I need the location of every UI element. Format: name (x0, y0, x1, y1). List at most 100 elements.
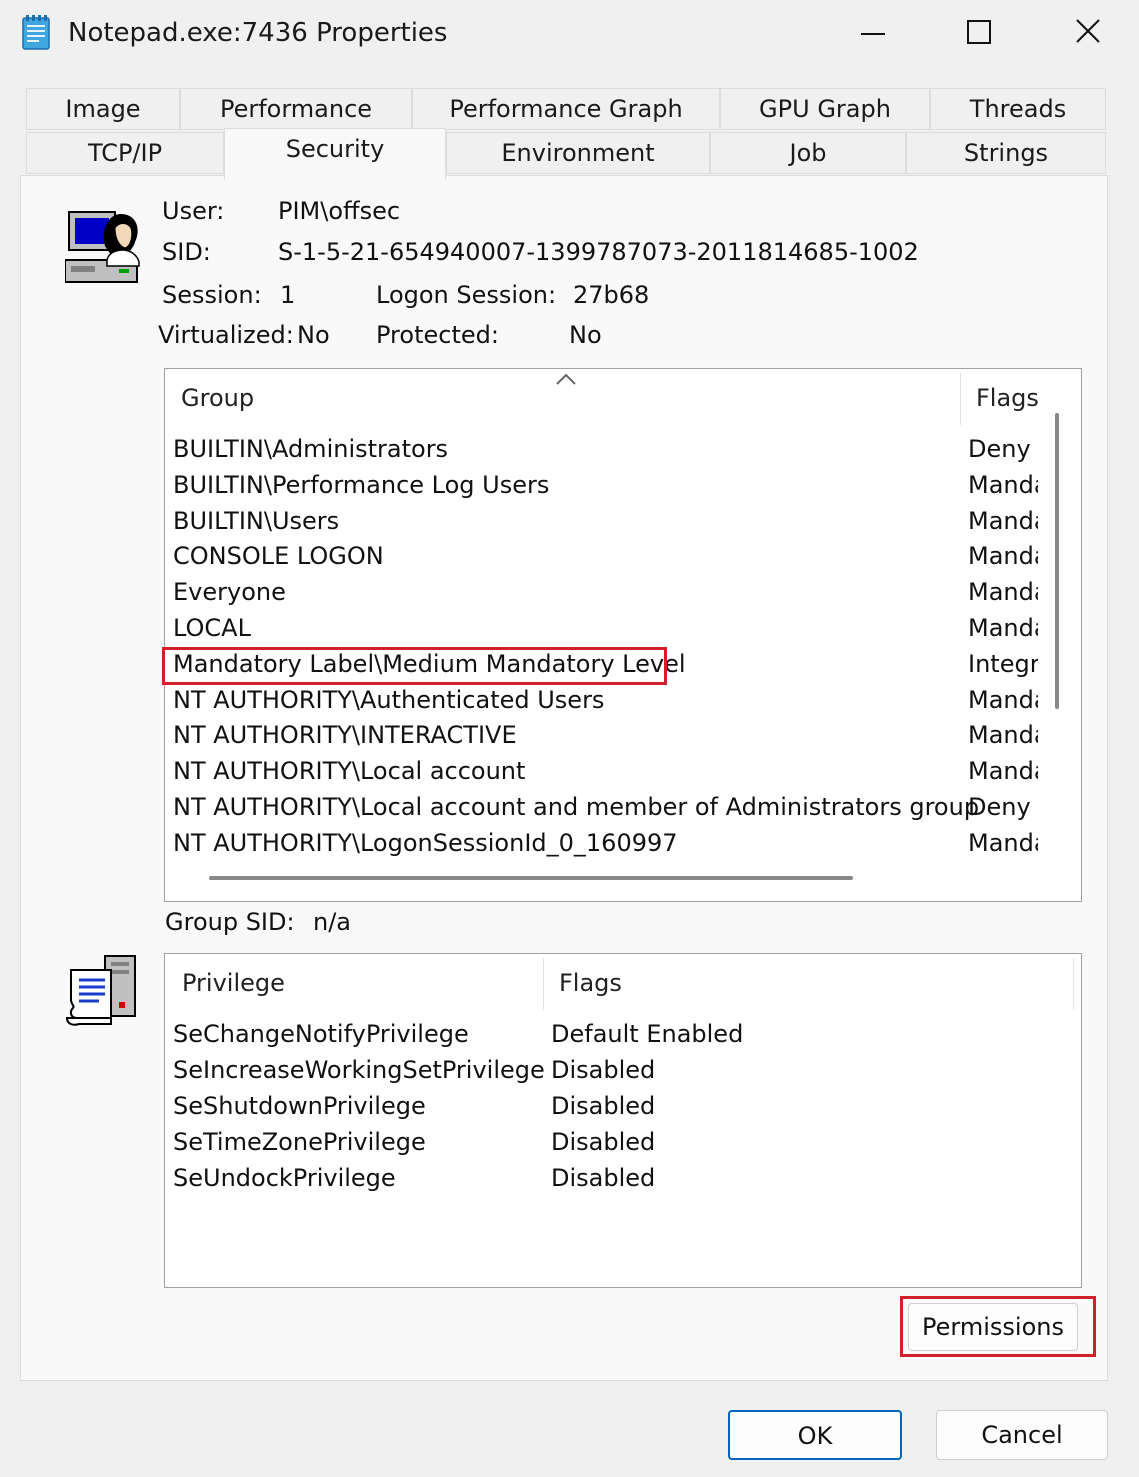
privilege-row[interactable]: SeChangeNotifyPrivilege Default Enabled (165, 1016, 1065, 1052)
close-icon (1076, 19, 1100, 43)
sid-label: SID: (162, 238, 211, 266)
group-name: NT AUTHORITY\INTERACTIVE (173, 721, 517, 750)
group-flags: Integri (968, 649, 1038, 678)
group-row[interactable]: CONSOLE LOGON Manda (165, 538, 1045, 574)
group-flags: Manda (968, 614, 1038, 642)
group-name: CONSOLE LOGON (173, 542, 384, 571)
group-flags: Manda (968, 578, 1038, 607)
tab-strings[interactable]: Strings (906, 132, 1106, 174)
virtualized-label: Virtualized: (158, 321, 294, 349)
user-label: User: (162, 197, 225, 225)
privilege-name: SeChangeNotifyPrivilege (173, 1020, 469, 1048)
maximize-icon (967, 20, 991, 44)
privilege-name: SeIncreaseWorkingSetPrivilege (173, 1056, 545, 1084)
tab-row-bottom: TCP/IP Security Environment Job Strings (26, 128, 1106, 180)
group-flags: Manda (968, 470, 1038, 499)
group-flags: Deny (968, 435, 1031, 463)
group-row[interactable]: NT AUTHORITY\Authenticated Users Manda (165, 682, 1045, 718)
privilege-column-separator[interactable] (543, 958, 544, 1010)
privilege-row[interactable]: SeShutdownPrivilege Disabled (165, 1088, 1065, 1124)
sid-value: S-1-5-21-654940007-1399787073-2011814685… (278, 238, 919, 266)
tab-image[interactable]: Image (26, 88, 180, 130)
maximize-button[interactable] (951, 10, 1007, 56)
group-column-separator[interactable] (960, 373, 961, 425)
window-title: Notepad.exe:7436 Properties (68, 18, 448, 48)
logon-session-label: Logon Session: (376, 281, 557, 309)
protected-label: Protected: (376, 321, 499, 349)
flags-column-header[interactable]: Flags (976, 383, 1039, 413)
title-bar: Notepad.exe:7436 Properties (0, 0, 1139, 70)
user-computer-icon (64, 206, 143, 286)
tab-job[interactable]: Job (710, 132, 906, 174)
group-name: BUILTIN\Performance Log Users (173, 470, 550, 499)
privilege-name: SeTimeZonePrivilege (173, 1128, 426, 1156)
group-name: LOCAL (173, 614, 251, 642)
session-label: Session: (162, 281, 262, 309)
group-flags: Deny (968, 793, 1031, 821)
ok-button[interactable]: OK (728, 1410, 902, 1460)
privileges-list[interactable]: Privilege Flags SeChangeNotifyPrivilege D… (164, 953, 1082, 1288)
group-name: BUILTIN\Administrators (173, 435, 449, 463)
group-row[interactable]: BUILTIN\Administrators Deny (165, 431, 1045, 467)
group-flags: Manda (968, 757, 1038, 786)
cancel-button[interactable]: Cancel (936, 1410, 1108, 1460)
permissions-highlight (900, 1296, 1096, 1357)
privilege-row[interactable]: SeTimeZonePrivilege Disabled (165, 1124, 1065, 1160)
notepad-icon (22, 14, 50, 50)
group-row[interactable]: NT AUTHORITY\INTERACTIVE Manda (165, 717, 1045, 753)
groups-header: Group Flags (165, 369, 1081, 429)
group-flags: Manda (968, 506, 1038, 535)
minimize-icon (861, 33, 885, 35)
privilege-row[interactable]: SeUndockPrivilege Disabled (165, 1160, 1065, 1196)
privilege-flags-column-header[interactable]: Flags (559, 968, 622, 998)
group-flags: Manda (968, 685, 1038, 714)
tab-environment[interactable]: Environment (446, 132, 710, 174)
session-value: 1 (280, 281, 296, 309)
group-name: Everyone (173, 578, 286, 607)
tab-gpu-graph[interactable]: GPU Graph (720, 88, 930, 130)
privilege-name: SeShutdownPrivilege (173, 1092, 426, 1120)
protected-value: No (569, 321, 602, 349)
minimize-button[interactable] (845, 10, 901, 56)
group-row[interactable]: BUILTIN\Performance Log Users Manda (165, 467, 1045, 503)
groups-list[interactable]: Group Flags BUILTIN\Administrators Deny BU… (164, 368, 1082, 902)
group-sid-value: n/a (313, 908, 352, 936)
group-name: NT AUTHORITY\LogonSessionId_0_160997 (173, 828, 678, 857)
privilege-flags: Default Enabled (551, 1020, 744, 1048)
privilege-flags: Disabled (551, 1092, 656, 1120)
groups-hscroll-thumb[interactable] (209, 876, 853, 880)
tab-performance[interactable]: Performance (180, 88, 412, 130)
group-sid-label: Group SID: (165, 908, 295, 936)
close-button[interactable] (1060, 10, 1116, 56)
group-row[interactable]: NT AUTHORITY\Local account and member of… (165, 789, 1045, 825)
privileges-header: Privilege Flags (165, 954, 1081, 1014)
group-row[interactable]: LOCAL Manda (165, 610, 1045, 646)
tab-row-top: Image Performance Performance Graph GPU … (26, 88, 1106, 132)
privilege-flags: Disabled (551, 1164, 656, 1192)
groups-vscroll-thumb[interactable] (1055, 413, 1059, 709)
group-name: NT AUTHORITY\Authenticated Users (173, 685, 605, 714)
group-column-header[interactable]: Group (181, 383, 254, 413)
privilege-icon (65, 952, 141, 1030)
user-value: PIM\offsec (278, 197, 401, 225)
group-name: BUILTIN\Users (173, 506, 340, 535)
group-row[interactable]: NT AUTHORITY\Local account Manda (165, 753, 1045, 789)
privilege-flags-column-separator[interactable] (1073, 958, 1074, 1010)
group-flags: Manda (968, 542, 1038, 571)
tab-tcpip[interactable]: TCP/IP (26, 132, 224, 174)
group-row[interactable]: NT AUTHORITY\LogonSessionId_0_160997 Mand… (165, 825, 1045, 861)
virtualized-value: No (297, 321, 330, 349)
group-flags: Manda (968, 721, 1038, 750)
privilege-column-header[interactable]: Privilege (182, 968, 285, 998)
group-row[interactable]: Everyone Manda (165, 574, 1045, 610)
tab-performance-graph[interactable]: Performance Graph (412, 88, 720, 130)
mandatory-label-highlight (162, 647, 667, 685)
group-name: NT AUTHORITY\Local account (173, 757, 526, 786)
security-panel: User: PIM\offsec SID: S-1-5-21-654940007… (20, 175, 1108, 1381)
tab-security[interactable]: Security (224, 128, 446, 180)
tab-threads[interactable]: Threads (930, 88, 1106, 130)
privilege-flags: Disabled (551, 1056, 656, 1084)
group-flags: Manda (968, 828, 1038, 857)
group-row[interactable]: BUILTIN\Users Manda (165, 503, 1045, 539)
privilege-row[interactable]: SeIncreaseWorkingSetPrivilege Disabled (165, 1052, 1065, 1088)
